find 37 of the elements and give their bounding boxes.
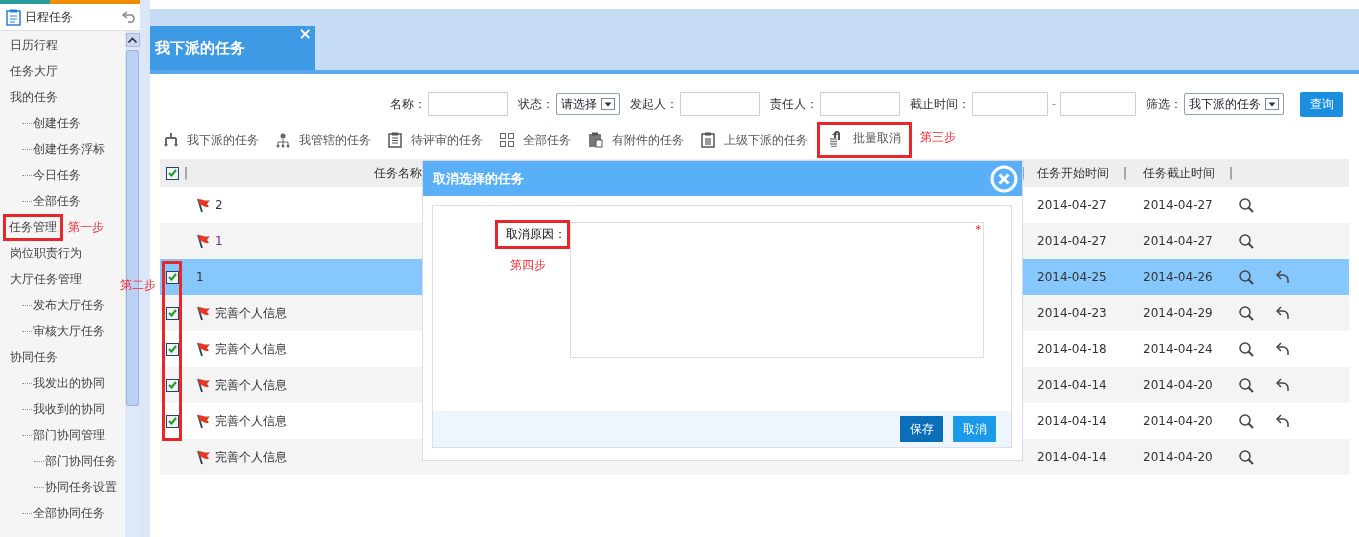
date-cell: 2014-04-27 [1143, 234, 1213, 248]
date-cell: 2014-04-26 [1143, 270, 1213, 284]
date-cell: 2014-04-27 [1143, 198, 1213, 212]
date-cell: 2014-04-14 [1037, 414, 1107, 428]
date-cell: 2014-04-24 [1143, 342, 1213, 356]
dialog-title: 取消选择的任务 [433, 169, 524, 188]
annotation-text: 第四步 [510, 257, 546, 274]
filter-label: 责任人： [769, 95, 818, 113]
date-cell: 2014-04-14 [1037, 378, 1107, 392]
column-header: 任务开始时间 [1037, 165, 1109, 180]
date-cell: 2014-04-23 [1037, 306, 1107, 320]
annotation-text: 第三步 [920, 129, 956, 146]
date-cell: 2014-04-20 [1143, 450, 1213, 464]
column-header: 任务名称 [373, 164, 422, 182]
date-cell: 2014-04-27 [1037, 198, 1107, 212]
filter-label: 筛选： [1146, 95, 1182, 113]
field-label: 取消原因： [495, 220, 570, 249]
column-separator: | [184, 166, 189, 180]
annotation-text: 第一步 [68, 218, 104, 236]
filter-label: 状态： [517, 95, 554, 113]
column-separator: | [1229, 166, 1234, 180]
filter-label: 名称： [389, 95, 426, 113]
date-cell: 2014-04-27 [1037, 234, 1107, 248]
date-cell: 2014-04-25 [1037, 270, 1107, 284]
sidebar-title: 日程任务 [25, 8, 74, 26]
range-separator: - [1051, 97, 1056, 111]
filter-label: 截止时间： [909, 95, 970, 113]
date-cell: 2014-04-14 [1037, 450, 1107, 464]
annotation-text: 第二步 [120, 277, 156, 294]
filter-label: 发起人： [629, 95, 678, 113]
date-cell: 2014-04-20 [1143, 378, 1213, 392]
column-header: 任务截止时间 [1143, 165, 1215, 180]
date-cell: 2014-04-20 [1143, 414, 1213, 428]
date-cell: 2014-04-29 [1143, 306, 1213, 320]
date-cell: 2014-04-18 [1037, 342, 1107, 356]
column-separator: | [1123, 166, 1128, 180]
required-mark: * [975, 223, 981, 236]
